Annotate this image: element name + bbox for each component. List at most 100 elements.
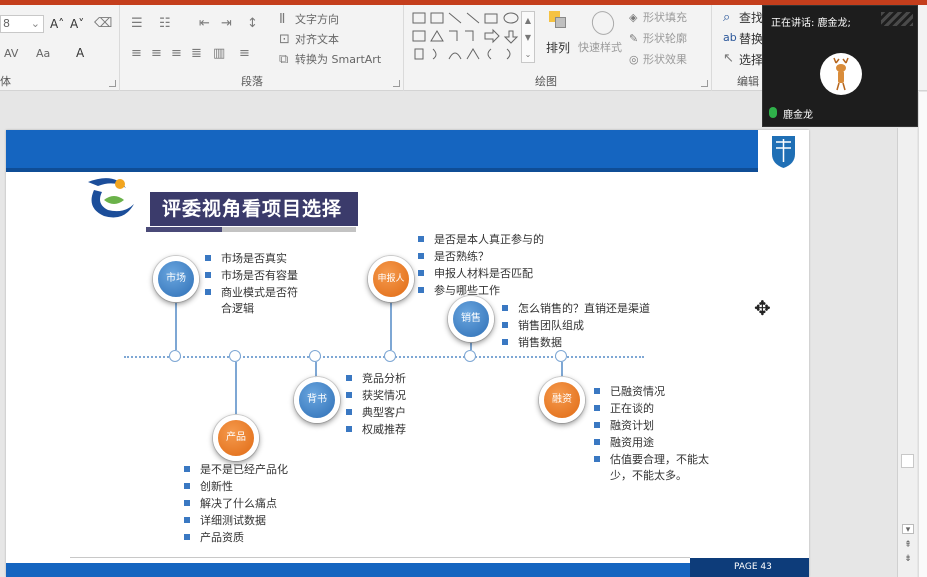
chevron-down-icon: ⌄ — [30, 17, 40, 30]
list-item: 销售团队组成 — [500, 317, 650, 334]
slide-footer-band — [6, 563, 809, 577]
convert-smartart-button[interactable]: 转换为 SmartArt — [295, 53, 381, 67]
paragraph-group-label: 段落 — [241, 75, 263, 88]
char-spacing-button[interactable]: AV — [4, 47, 18, 61]
market-points: 市场是否真实 市场是否有容量 商业模式是否符 合逻辑 — [203, 250, 298, 317]
list-item: 解决了什么痛点 — [182, 495, 288, 512]
align-text-icon[interactable]: ⊡ — [279, 33, 290, 47]
text-direction-button[interactable]: 文字方向 — [295, 13, 339, 27]
list-item: 怎么销售的？直销还是渠道 — [500, 300, 650, 317]
shape-outline-button[interactable]: 形状轮廓 — [643, 32, 687, 46]
list-item: 少，不能太多。 — [610, 469, 687, 482]
applicant-points: 是否是本人真正参与的 是否熟练？ 申报人材料是否匹配 参与哪些工作 — [416, 231, 544, 299]
list-item: 市场是否有容量 — [203, 267, 298, 284]
list-item: 是否熟练？ — [416, 248, 544, 265]
find-button[interactable]: 查找 — [739, 11, 763, 25]
select-button[interactable]: 选择 — [739, 53, 763, 67]
font-dialog-launcher-icon[interactable] — [109, 80, 116, 87]
timeline-node — [384, 350, 396, 362]
avatar — [820, 53, 862, 95]
quick-styles-button[interactable]: 快速样式 — [578, 41, 622, 55]
text-direction-icon[interactable]: Ⅱ — [279, 13, 285, 27]
vertical-scrollbar[interactable]: ▾ ⇞ ⇟ — [897, 128, 917, 577]
connector-market — [175, 300, 177, 350]
connector-product — [235, 362, 237, 422]
shape-gallery-icon[interactable] — [411, 11, 539, 63]
slide-canvas[interactable]: 评委视角看项目选择 市场 申报人 销售 背书 产品 融资 市场是否真实 市场是否… — [6, 130, 809, 577]
scroll-down-icon[interactable]: ▾ — [902, 524, 914, 535]
align-text-button[interactable]: 对齐文本 — [295, 33, 339, 47]
timeline-node — [464, 350, 476, 362]
scrollbar-thumb[interactable] — [901, 454, 914, 468]
scroll-down-icon[interactable]: ▼ — [522, 29, 534, 46]
quick-styles-icon[interactable] — [588, 7, 618, 39]
connector-applicant — [390, 300, 392, 350]
grow-font-button[interactable]: A˄ — [50, 17, 64, 31]
shape-gallery-scroll[interactable]: ▲ ▼ ⌄ — [521, 11, 535, 63]
increase-indent-icon[interactable]: ⇥ — [221, 17, 232, 31]
page-number: PAGE 43 — [690, 558, 809, 577]
gallery-more-icon[interactable]: ⌄ — [522, 46, 534, 63]
select-icon[interactable]: ↖ — [723, 52, 734, 66]
list-item: 参与哪些工作 — [416, 282, 544, 299]
shrink-font-button[interactable]: A˅ — [70, 17, 84, 31]
replace-icon[interactable]: ab — [723, 31, 737, 45]
shape-fill-icon[interactable]: ◈ — [629, 11, 637, 25]
list-item: 正在谈的 — [592, 400, 709, 417]
slide-title: 评委视角看项目选择 — [150, 192, 358, 226]
drawing-group: ▲ ▼ ⌄ 排列 快速样式 ◈ 形状填充 ✎ 形状轮廓 ◎ 形状效果 绘图 — [405, 5, 712, 91]
node-financing: 融资 — [539, 377, 585, 423]
columns-icon[interactable]: ▥ — [213, 47, 225, 61]
justify-icon[interactable]: ≣ — [191, 47, 202, 61]
find-icon[interactable]: ⌕ — [723, 11, 730, 25]
video-call-panel: 正在讲话: 鹿金龙; 鹿金龙 — [762, 5, 918, 127]
list-item: 是不是已经产品化 — [182, 461, 288, 478]
node-product: 产品 — [213, 415, 259, 461]
list-item: 是否是本人真正参与的 — [416, 231, 544, 248]
timeline-node — [169, 350, 181, 362]
previous-slide-icon[interactable]: ⇞ — [902, 540, 914, 550]
next-slide-icon[interactable]: ⇟ — [902, 554, 914, 564]
drawing-dialog-launcher-icon[interactable] — [701, 80, 708, 87]
list-item: 已融资情况 — [592, 383, 709, 400]
powerpoint-window: 8 ⌄ A˄ A˅ ⌫ AV Aa A 体 ☰ ☷ ⇤ ⇥ ↕ Ⅱ 文字方向 ⊡ … — [0, 0, 927, 577]
financing-points: 已融资情况 正在谈的 融资计划 融资用途 估值要合理，不能太 少，不能太多。 — [592, 383, 709, 484]
paragraph-dialog-launcher-icon[interactable] — [393, 80, 400, 87]
scroll-up-icon[interactable]: ▲ — [522, 12, 534, 29]
list-item: 申报人材料是否匹配 — [416, 265, 544, 282]
align-right-icon[interactable]: ≡ — [171, 47, 182, 61]
list-item: 市场是否真实 — [203, 250, 298, 267]
clear-format-icon[interactable]: ⌫ — [94, 17, 112, 31]
font-color-button[interactable]: A — [76, 46, 84, 60]
align-left-icon[interactable]: ≡ — [131, 47, 142, 61]
font-size-value: 8 — [3, 17, 10, 30]
arrange-icon[interactable] — [549, 11, 567, 29]
line-spacing-icon[interactable]: ↕ — [247, 17, 258, 31]
shape-outline-icon[interactable]: ✎ — [629, 32, 638, 46]
node-market: 市场 — [153, 256, 199, 302]
title-underline-accent — [146, 227, 222, 232]
shape-effects-button[interactable]: 形状效果 — [643, 53, 687, 67]
font-size-box[interactable]: 8 ⌄ — [0, 15, 44, 33]
arrange-button[interactable]: 排列 — [546, 41, 570, 55]
timeline-node — [555, 350, 567, 362]
numbering-icon[interactable]: ☷ — [159, 17, 171, 31]
paragraph-more-icon[interactable]: ≡ — [239, 47, 250, 61]
move-cursor-icon: ✥ — [754, 296, 771, 320]
list-item: 商业模式是否符 — [203, 284, 298, 301]
list-item: 销售数据 — [500, 334, 650, 351]
node-sales: 销售 — [448, 296, 494, 342]
shape-fill-button[interactable]: 形状填充 — [643, 11, 687, 25]
decrease-indent-icon[interactable]: ⇤ — [199, 17, 210, 31]
list-item: 创新性 — [182, 478, 288, 495]
change-case-button[interactable]: Aa — [36, 47, 50, 61]
footer-rule — [70, 557, 690, 558]
smartart-icon[interactable]: ⧉ — [279, 53, 288, 67]
shape-effects-icon[interactable]: ◎ — [629, 53, 639, 67]
editing-group-label: 编辑 — [737, 75, 759, 88]
align-center-icon[interactable]: ≡ — [151, 47, 162, 61]
product-points: 是不是已经产品化 创新性 解决了什么痛点 详细测试数据 产品资质 — [182, 461, 288, 546]
list-item: 估值要合理，不能太 — [592, 451, 709, 468]
bullets-icon[interactable]: ☰ — [131, 17, 143, 31]
replace-button[interactable]: 替换 — [739, 32, 763, 46]
